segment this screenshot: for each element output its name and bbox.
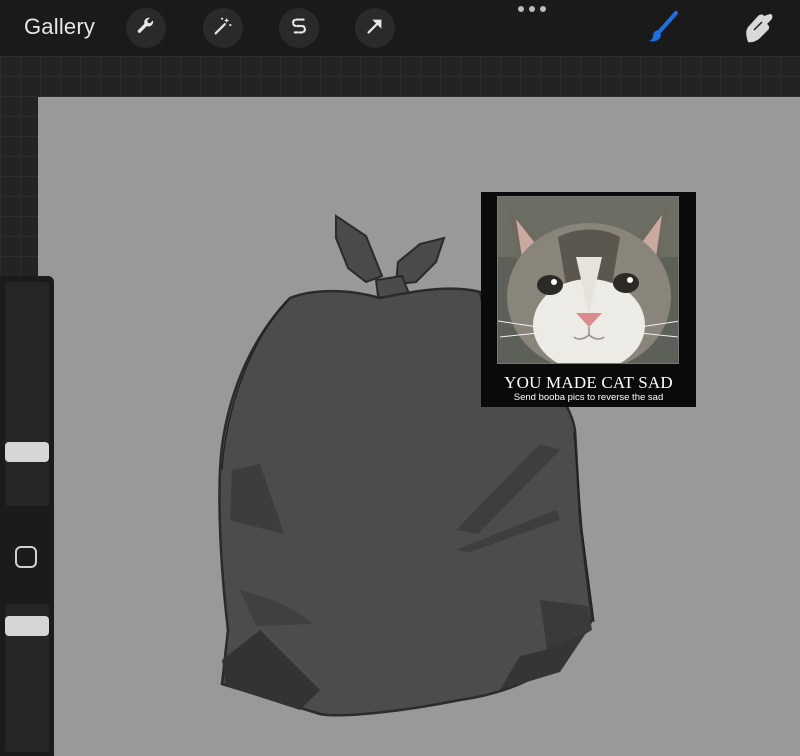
- left-sidebar: [0, 276, 54, 756]
- brush-size-slider-thumb[interactable]: [5, 442, 49, 462]
- selection-s-icon: [288, 15, 310, 42]
- brush-tool-button[interactable]: [643, 10, 683, 50]
- modify-square-button[interactable]: [15, 546, 37, 568]
- top-toolbar: Gallery: [0, 0, 800, 56]
- cat-meme-image: YOU MADE CAT SAD Send booba pics to reve…: [481, 192, 696, 407]
- adjustments-button[interactable]: [203, 8, 243, 48]
- meme-subtitle: Send booba pics to reverse the sad: [513, 392, 664, 403]
- smudge-tool-button[interactable]: [738, 10, 778, 50]
- selection-button[interactable]: [279, 8, 319, 48]
- transform-button[interactable]: [355, 8, 395, 48]
- crying-cat-photo: [497, 196, 679, 364]
- magic-wand-icon: [212, 15, 234, 42]
- opacity-slider-thumb[interactable]: [5, 616, 49, 636]
- gallery-button[interactable]: Gallery: [24, 14, 95, 40]
- smudge-finger-icon: [740, 10, 776, 51]
- meme-title: YOU MADE CAT SAD: [504, 373, 673, 392]
- more-dots-icon[interactable]: [518, 6, 546, 12]
- arrow-cursor-icon: [364, 15, 386, 42]
- wrench-icon: [135, 15, 157, 42]
- paintbrush-icon: [645, 10, 681, 51]
- brush-size-slider[interactable]: [5, 282, 49, 506]
- actions-button[interactable]: [126, 8, 166, 48]
